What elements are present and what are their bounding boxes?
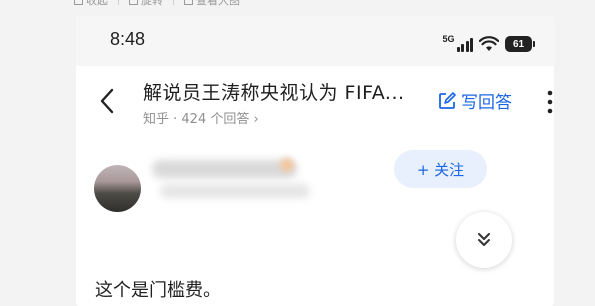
signal-icon bbox=[456, 38, 473, 52]
zoom-icon bbox=[184, 0, 193, 5]
expand-button[interactable] bbox=[456, 212, 512, 268]
author-name-blurred bbox=[152, 160, 297, 178]
double-chevron-down-icon bbox=[478, 233, 490, 246]
view-large-label: 查看大图 bbox=[196, 0, 240, 7]
more-vertical-icon[interactable] bbox=[546, 88, 554, 116]
status-icons: 5G 61 bbox=[442, 28, 535, 52]
image-viewer-toolbar: 收起 旋转 查看大图 bbox=[0, 0, 595, 7]
question-header: 解说员王涛称央视认为 FIFA... 知乎 · 424 个回答 › 写回答 bbox=[76, 66, 554, 140]
author-badge-blurred bbox=[280, 158, 294, 172]
battery-level: 61 bbox=[512, 38, 525, 50]
view-large-button[interactable]: 查看大图 bbox=[184, 0, 240, 8]
collapse-icon bbox=[74, 0, 83, 5]
answer-text: 这个是门槛费。 bbox=[95, 280, 221, 301]
collapse-button[interactable]: 收起 bbox=[74, 0, 108, 8]
rotate-button[interactable]: 旋转 bbox=[129, 0, 163, 8]
network-type: 5G bbox=[442, 34, 455, 44]
follow-button[interactable]: + 关注 bbox=[394, 150, 487, 188]
collapse-label: 收起 bbox=[86, 0, 108, 7]
chevron-left-icon[interactable] bbox=[96, 86, 120, 116]
status-time: 8:48 bbox=[110, 29, 146, 49]
rotate-icon bbox=[129, 0, 138, 5]
wifi-icon bbox=[479, 36, 499, 51]
edit-icon bbox=[439, 91, 456, 109]
avatar[interactable] bbox=[94, 165, 141, 212]
question-meta[interactable]: 知乎 · 424 个回答 › bbox=[143, 108, 259, 127]
status-bar: 8:48 5G 61 bbox=[76, 16, 554, 66]
rotate-label: 旋转 bbox=[141, 0, 163, 7]
question-title[interactable]: 解说员王涛称央视认为 FIFA... bbox=[143, 78, 405, 105]
toolbar-divider bbox=[173, 0, 174, 5]
toolbar-divider bbox=[118, 0, 119, 5]
author-bio-blurred bbox=[160, 184, 310, 198]
write-answer-label: 写回答 bbox=[461, 93, 512, 113]
write-answer-button[interactable]: 写回答 bbox=[438, 88, 512, 113]
battery-icon: 61 bbox=[505, 36, 535, 52]
